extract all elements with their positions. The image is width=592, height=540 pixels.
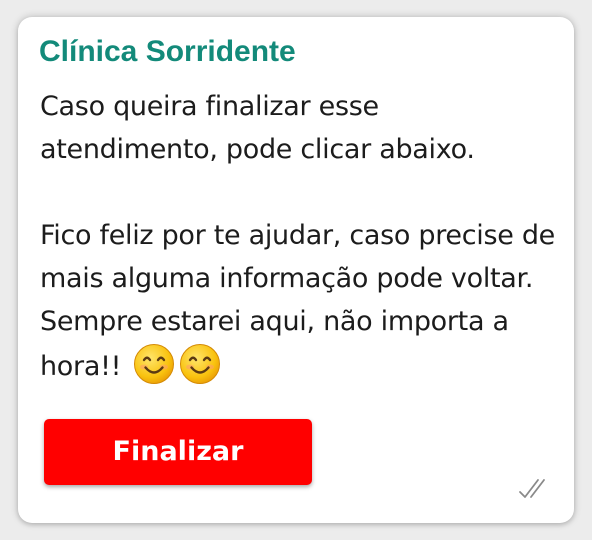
double-check-icon: [518, 477, 556, 499]
message-paragraph-2: Fico feliz por te ajudar, caso precise d…: [40, 214, 560, 388]
finalize-button[interactable]: Finalizar: [44, 419, 312, 485]
message-card: Clínica Sorridente Caso queira finalizar…: [18, 17, 574, 523]
sender-name: Clínica Sorridente: [39, 35, 296, 68]
message-text-2: Fico feliz por te ajudar, caso precise d…: [40, 220, 555, 382]
message-body: Caso queira finalizar esse atendimento, …: [40, 85, 560, 388]
smiling-face-icon: [179, 343, 221, 385]
message-text-1: Caso queira finalizar esse atendimento, …: [40, 91, 475, 165]
smiling-face-icon: [133, 343, 175, 385]
message-paragraph-1: Caso queira finalizar esse atendimento, …: [40, 85, 560, 171]
